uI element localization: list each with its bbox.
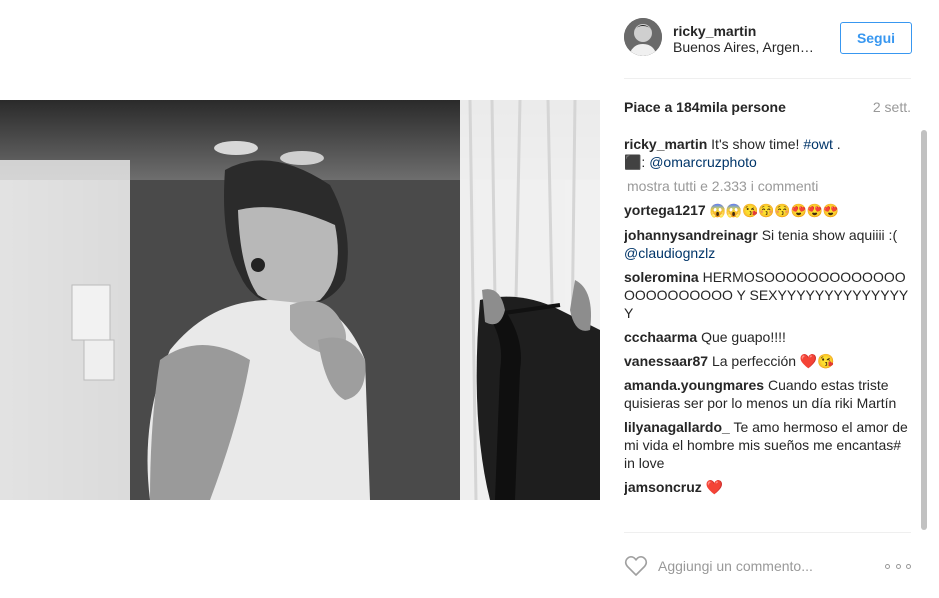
comment-text: Que guapo!!!! — [701, 329, 786, 345]
comment-username[interactable]: vanessaar87 — [624, 353, 708, 369]
post-age[interactable]: 2 sett. — [873, 99, 911, 115]
comment-item: johannysandreinagr Si tenia show aquiiii… — [624, 226, 909, 262]
dot-icon — [906, 563, 911, 569]
post-photo[interactable] — [0, 100, 600, 500]
comment-item: lilyanagallardo_ Te amo hermoso el amor … — [624, 418, 909, 472]
comment-mention[interactable]: @claudiognzlz — [624, 245, 715, 261]
comment-text: 😱😱😘😚😚😍😍😍 — [709, 203, 840, 218]
author-username[interactable]: ricky_martin — [673, 23, 756, 39]
comment-username[interactable]: soleromina — [624, 269, 699, 285]
caption-username[interactable]: ricky_martin — [624, 136, 707, 152]
dot-icon — [885, 563, 890, 569]
divider — [624, 78, 911, 79]
follow-button[interactable]: Segui — [840, 22, 912, 54]
post-location[interactable]: Buenos Aires, Argen… — [673, 39, 814, 55]
post-media-area — [0, 0, 600, 598]
caption: ricky_martin It's show time! #owt . ⬛: @… — [624, 135, 909, 171]
comment-text: Si tenia show aquiiii :( — [761, 227, 898, 243]
comments-list: ricky_martin It's show time! #owt . ⬛: @… — [624, 135, 909, 530]
post-sidebar: ricky_martin Buenos Aires, Argen… Segui … — [600, 0, 939, 598]
comment-username[interactable]: yortega1217 — [624, 202, 706, 218]
comment-item: amanda.youngmares Cuando estas triste qu… — [624, 376, 909, 412]
comment-username[interactable]: lilyanagallardo_ — [624, 419, 730, 435]
comment-username[interactable]: jamsoncruz — [624, 479, 702, 495]
caption-camera-prefix: ⬛: — [624, 154, 650, 170]
divider — [624, 532, 911, 533]
more-options-icon[interactable] — [885, 561, 911, 571]
caption-text: It's show time! — [707, 136, 804, 152]
caption-text-end: . — [832, 136, 841, 152]
likes-count[interactable]: Piace a 184mila persone — [624, 99, 786, 115]
comment-text: ❤️ — [705, 479, 724, 495]
comments-scrollbar[interactable] — [920, 130, 928, 530]
comment-text: La perfección ❤️😘 — [711, 353, 835, 369]
scrollbar-thumb[interactable] — [921, 130, 927, 530]
comment-item: yortega1217 😱😱😘😚😚😍😍😍 — [624, 201, 909, 220]
comment-username[interactable]: ccchaarma — [624, 329, 697, 345]
comment-username[interactable]: johannysandreinagr — [624, 227, 758, 243]
comment-username[interactable]: amanda.youngmares — [624, 377, 764, 393]
comment-item: ccchaarma Que guapo!!!! — [624, 328, 909, 346]
comment-item: vanessaar87 La perfección ❤️😘 — [624, 352, 909, 370]
caption-mention[interactable]: @omarcruzphoto — [649, 154, 757, 170]
profile-avatar[interactable] — [624, 18, 662, 56]
heart-icon[interactable] — [624, 555, 648, 577]
load-more-comments[interactable]: mostra tutti e 2.333 i commenti — [627, 177, 909, 195]
comment-input[interactable] — [658, 556, 868, 576]
comment-item: soleromina HERMOSOOOOOOOOOOOOOOOOOOOOOOO… — [624, 268, 909, 322]
caption-hashtag[interactable]: #owt — [803, 136, 833, 152]
post-header: ricky_martin Buenos Aires, Argen… Segui — [624, 18, 912, 62]
dot-icon — [895, 563, 901, 569]
comment-item: jamsoncruz ❤️ — [624, 478, 909, 496]
